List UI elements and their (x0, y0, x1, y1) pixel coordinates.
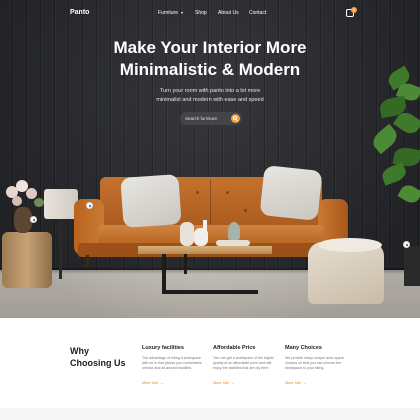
decor-candle (203, 220, 207, 232)
arrow-right-icon: → (160, 381, 164, 385)
chevron-down-icon: ▾ (181, 10, 184, 15)
sofa-seat (98, 225, 324, 245)
section-title: Why Choosing Us (70, 345, 140, 369)
link-label: More Info (285, 381, 302, 385)
feature-description: You can get a workspace of the highst qu… (213, 356, 274, 370)
headline-line: Minimalistic & Modern (119, 60, 301, 79)
headline-line: Make Your Interior More (113, 38, 307, 57)
feature-title: Affordable Price (213, 345, 256, 351)
more-info-link[interactable]: More Info → (213, 381, 235, 385)
coffee-table-leg (162, 290, 258, 294)
flower (26, 188, 37, 199)
bag-icon[interactable]: 0 (346, 7, 357, 17)
hero-subtitle: Turn your room with panto into a lot mor… (140, 87, 280, 105)
decor-tray (216, 240, 250, 246)
search-input[interactable] (185, 115, 225, 122)
coffee-table-leg (162, 254, 166, 294)
hotspot-center (89, 205, 91, 207)
hotspot-center (406, 244, 408, 246)
flower (12, 196, 22, 206)
subtitle-line: minimalist and modern with ease and spee… (156, 97, 264, 103)
sofa-tuft (244, 209, 247, 212)
hotspot-lamp[interactable] (86, 202, 93, 209)
feature-title: Luxury facilities (142, 345, 184, 351)
more-info-link[interactable]: More Info → (285, 381, 307, 385)
pillow-right (259, 165, 323, 221)
hotspot-center (33, 219, 35, 221)
nav-link-about[interactable]: About Us (218, 10, 239, 16)
search-bar (180, 112, 242, 125)
plant-leaf (379, 162, 409, 186)
search-button[interactable] (231, 114, 240, 123)
feature-affordable: Affordable Price You can get a workspace… (213, 345, 277, 389)
pouf-top (318, 238, 382, 252)
feature-title: Many Choices (285, 345, 322, 351)
link-label: More Info (142, 381, 159, 385)
next-section-edge (0, 408, 420, 420)
arrow-right-icon: → (303, 381, 307, 385)
nav-link-contact[interactable]: Contact (249, 10, 266, 16)
pillow-left (120, 174, 182, 228)
why-choosing-us-section: Why Choosing Us Luxury facilities The ad… (0, 318, 420, 420)
feature-description: The advantage of hiring a workspace with… (142, 356, 202, 370)
feature-description: We provide many unique work space choice… (285, 356, 344, 370)
sofa-tuft (226, 191, 229, 194)
wooden-side-table (2, 232, 52, 288)
feature-luxury: Luxury facilities The advantage of hirin… (142, 345, 206, 389)
flower (34, 198, 44, 207)
more-info-link[interactable]: More Info → (142, 381, 164, 385)
search-icon-handle (235, 118, 239, 122)
cart-count-badge: 0 (351, 7, 357, 13)
title-line: Why (70, 346, 89, 356)
coffee-table-leg (184, 254, 187, 274)
plant-leaf (397, 182, 420, 206)
sofa-tuft (196, 191, 199, 194)
title-line: Choosing Us (70, 358, 126, 368)
floor-lamp-stand (59, 219, 62, 279)
nav-link-label: Furniture (158, 10, 179, 16)
sofa-leg (86, 255, 89, 267)
hotspot-side-table[interactable] (30, 216, 37, 223)
coffee-table-top (138, 246, 272, 254)
link-label: More Info (213, 381, 230, 385)
decor-sculpture (228, 222, 240, 240)
decor-vase (180, 222, 194, 246)
top-nav: Panto Furniture ▾ Shop About Us Contact 0 (0, 0, 420, 28)
plant-pot (404, 246, 420, 286)
brand-logo[interactable]: Panto (70, 9, 89, 16)
arrow-right-icon: → (231, 381, 235, 385)
hotspot-plant[interactable] (403, 241, 410, 248)
nav-link-shop[interactable]: Shop (195, 10, 207, 16)
subtitle-line: Turn your room with panto into a lot mor… (159, 88, 261, 94)
feature-choices: Many Choices We provide many unique work… (285, 345, 349, 389)
hero-headline: Make Your Interior More Minimalistic & M… (60, 37, 360, 81)
nav-link-furniture[interactable]: Furniture ▾ (158, 10, 183, 16)
